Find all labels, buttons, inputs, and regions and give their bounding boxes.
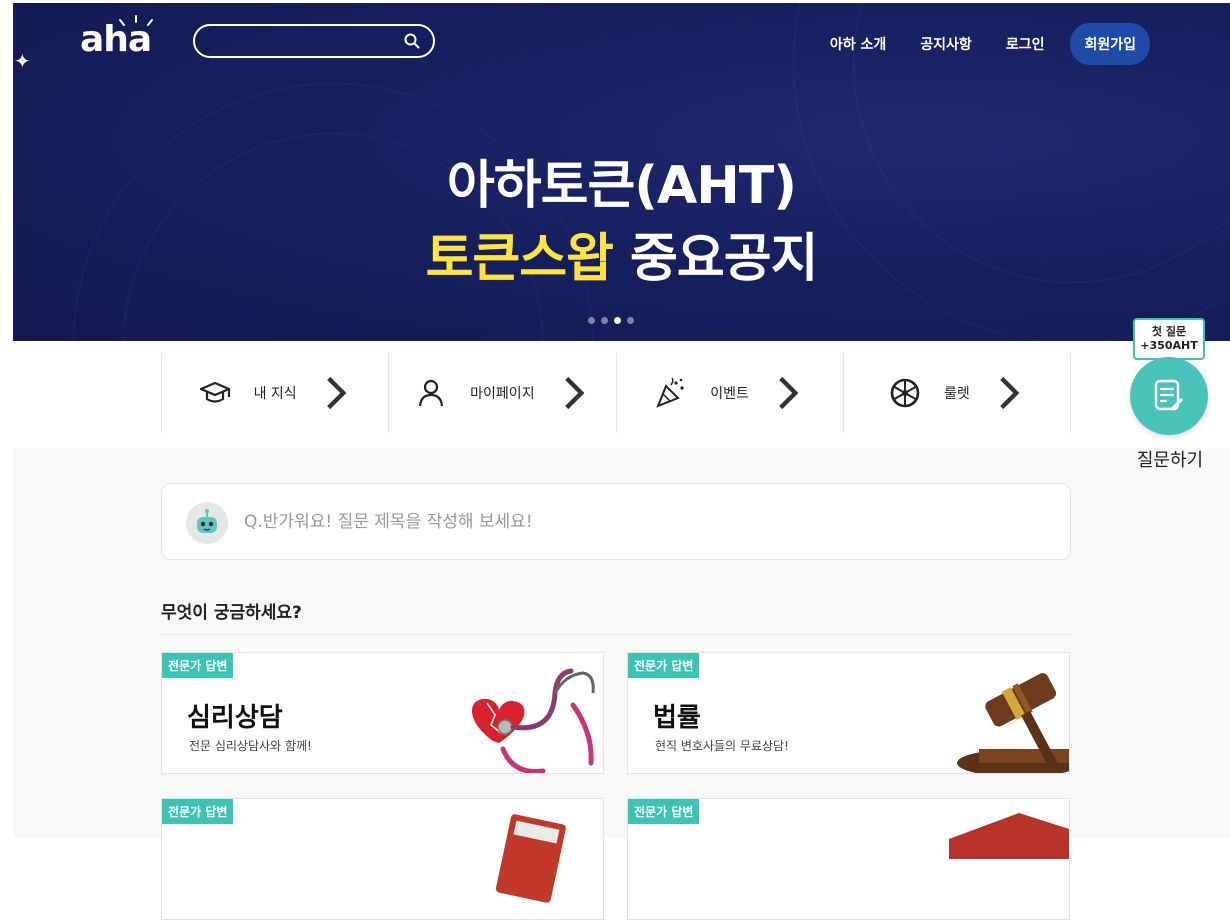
carousel-dots <box>588 317 634 324</box>
chevron-right-icon <box>779 376 799 410</box>
carousel-dot[interactable] <box>588 317 595 324</box>
carousel-dot[interactable] <box>627 317 634 324</box>
write-note-icon <box>1154 379 1183 411</box>
expert-badge: 전문가 답변 <box>628 653 700 678</box>
question-input-box[interactable] <box>161 483 1071 560</box>
ask-question-label[interactable]: 질문하기 <box>1130 446 1210 472</box>
hero-banner[interactable]: ✦ aha 아하 소개 공지사항 로그인 회원가입 아하토큰(AHT) 토큰스왑… <box>13 3 1230 341</box>
tooltip-line1: 첫 질문 <box>1151 325 1187 338</box>
quick-item-label: 내 지식 <box>253 386 297 402</box>
signup-button[interactable]: 회원가입 <box>1070 23 1150 65</box>
person-icon <box>419 379 444 407</box>
ask-question-button[interactable] <box>1130 357 1208 435</box>
quick-item-label: 룰렛 <box>943 386 970 402</box>
nav-notice-link[interactable]: 공지사항 <box>920 34 972 54</box>
banner-title-line2: 토큰스왑 중요공지 <box>13 216 1230 291</box>
tooltip-line2: +350AHT <box>1140 339 1198 352</box>
category-card[interactable]: 전문가 답변 <box>627 798 1070 920</box>
expert-badge: 전문가 답변 <box>628 799 700 824</box>
quick-item-event[interactable]: 이벤트 <box>615 353 843 433</box>
quick-item-roulette[interactable]: 룰렛 <box>842 353 1071 433</box>
divider <box>161 634 1071 635</box>
chevron-right-icon <box>999 376 1020 410</box>
expert-badge: 전문가 답변 <box>162 799 234 824</box>
house-icon <box>949 813 1069 859</box>
banner-title-rest: 중요공지 <box>630 229 818 289</box>
card-subtitle: 현직 변호사들의 무료상담! <box>655 739 789 753</box>
quick-item-label: 마이페이지 <box>470 386 535 402</box>
card-title: 법률 <box>653 703 701 733</box>
quick-item-my-knowledge[interactable]: 내 지식 <box>161 353 388 433</box>
nav-about-link[interactable]: 아하 소개 <box>830 34 886 54</box>
expert-badge: 전문가 답변 <box>162 653 234 678</box>
graduation-cap-icon <box>199 381 230 403</box>
heart-stethoscope-icon <box>472 668 595 773</box>
gavel-icon <box>957 673 1069 773</box>
section-title: 무엇이 궁금하세요? <box>161 603 302 623</box>
search-box[interactable] <box>193 24 435 58</box>
chevron-right-icon <box>326 376 347 410</box>
category-card-law[interactable]: 전문가 답변 법률 현직 변호사들의 무료상담! <box>627 652 1070 774</box>
sparkle-icon: ✦ <box>14 49 31 73</box>
carousel-dot-active[interactable] <box>614 317 621 324</box>
quick-menu: 내 지식 마이페이지 이벤트 룰렛 <box>161 353 1071 433</box>
logo-rays-icon <box>119 15 153 26</box>
quick-item-mypage[interactable]: 마이페이지 <box>388 353 615 433</box>
logo[interactable]: aha <box>80 15 153 60</box>
calculator-icon <box>495 814 566 903</box>
robot-avatar-icon <box>186 502 228 544</box>
party-popper-icon <box>656 377 684 408</box>
search-input[interactable] <box>207 30 397 52</box>
top-nav: 아하 소개 공지사항 로그인 회원가입 <box>796 23 1150 65</box>
nav-login-link[interactable]: 로그인 <box>1006 34 1045 54</box>
card-title: 심리상담 <box>187 703 283 733</box>
category-card-psychology[interactable]: 전문가 답변 심리상담 전문 심리상담사와 함께! <box>161 652 604 774</box>
category-card[interactable]: 전문가 답변 <box>161 798 604 920</box>
banner-highlight: 토큰스왑 <box>425 229 614 289</box>
quick-item-label: 이벤트 <box>710 386 749 402</box>
carousel-dot[interactable] <box>601 317 608 324</box>
roulette-wheel-icon <box>890 378 920 408</box>
search-icon[interactable] <box>403 32 421 50</box>
chevron-right-icon <box>564 376 584 410</box>
first-question-tooltip: 첫 질문 +350AHT <box>1133 318 1205 366</box>
banner-title-line1: 아하토큰(AHT) <box>446 156 797 216</box>
question-title-input[interactable] <box>244 509 1024 535</box>
card-subtitle: 전문 심리상담사와 함께! <box>189 739 312 753</box>
